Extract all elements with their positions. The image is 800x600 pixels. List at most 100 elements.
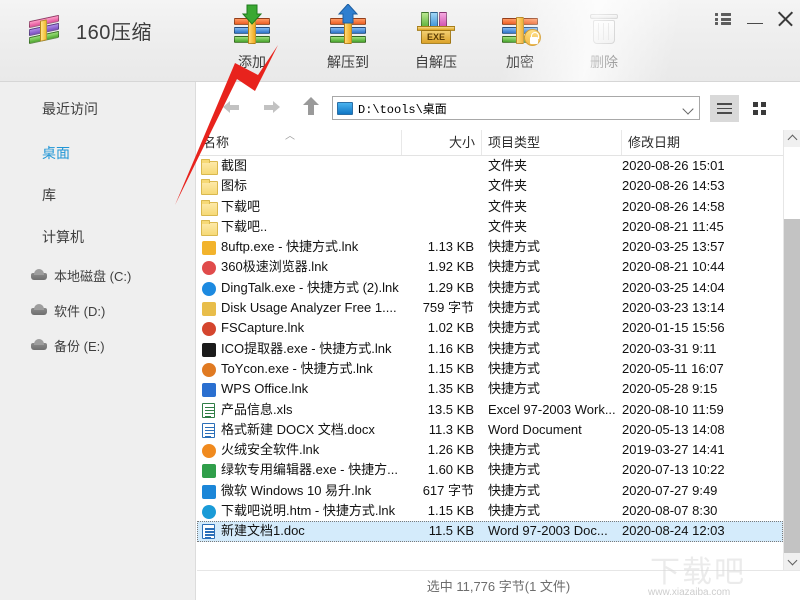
file-date-cell: 2020-01-15 15:56 xyxy=(622,318,782,338)
file-type-cell: 快捷方式 xyxy=(488,237,622,257)
column-header-date[interactable]: 修改日期 xyxy=(622,130,783,155)
file-size-cell: 11.5 KB xyxy=(400,521,480,541)
folder-icon xyxy=(201,179,217,194)
scrollbar-track[interactable] xyxy=(784,219,800,553)
table-row[interactable]: 产品信息.xls13.5 KBExcel 97-2003 Work...2020… xyxy=(197,400,783,420)
table-row[interactable]: 360极速浏览器.lnk1.92 KB快捷方式2020-08-21 10:44 xyxy=(197,257,783,277)
toolbar-button-delete[interactable]: 删除 xyxy=(568,4,640,74)
table-row[interactable]: WPS Office.lnk1.35 KB快捷方式2020-05-28 9:15 xyxy=(197,379,783,399)
file-name-text: DingTalk.exe - 快捷方式 (2).lnk xyxy=(221,280,399,295)
chevron-down-icon[interactable] xyxy=(683,102,695,114)
minimize-icon[interactable] xyxy=(740,6,770,32)
column-header-name[interactable]: 名称 ︿ xyxy=(197,130,402,155)
file-size-cell: 13.5 KB xyxy=(400,400,480,420)
file-type-cell: 快捷方式 xyxy=(488,318,622,338)
file-type-cell: Word Document xyxy=(488,420,622,440)
file-name-text: 下载吧.. xyxy=(221,219,267,234)
file-size-cell xyxy=(400,156,480,176)
scroll-up-icon[interactable] xyxy=(784,130,800,147)
file-name-text: 360极速浏览器.lnk xyxy=(221,259,328,274)
drive-icon xyxy=(30,268,48,282)
sidebar-item-drive-e[interactable]: 备份 (E:) xyxy=(0,332,196,358)
address-bar[interactable]: D:\tools\桌面 xyxy=(332,96,700,120)
file-list-header: 名称 ︿ 大小 项目类型 修改日期 xyxy=(197,130,783,156)
vertical-scrollbar[interactable] xyxy=(783,130,800,570)
sidebar-item-drive-d[interactable]: 软件 (D:) xyxy=(0,297,196,323)
file-name-cell: WPS Office.lnk xyxy=(197,379,400,399)
sidebar-item-label: 桌面 xyxy=(42,143,70,163)
table-row[interactable]: 下载吧文件夹2020-08-26 14:58 xyxy=(197,197,783,217)
up-arrow-icon[interactable] xyxy=(296,92,326,122)
back-arrow-icon[interactable] xyxy=(218,92,248,122)
table-row[interactable]: DingTalk.exe - 快捷方式 (2).lnk1.29 KB快捷方式20… xyxy=(197,278,783,298)
file-name-text: 火绒安全软件.lnk xyxy=(221,442,319,457)
drive-icon xyxy=(30,303,48,317)
table-row[interactable]: 新建文档1.doc11.5 KBWord 97-2003 Doc...2020-… xyxy=(197,521,783,541)
table-row[interactable]: 下载吧..文件夹2020-08-21 11:45 xyxy=(197,217,783,237)
table-row[interactable]: 截图文件夹2020-08-26 15:01 xyxy=(197,156,783,176)
delete-trash-icon xyxy=(581,4,627,48)
file-name-text: 格式新建 DOCX 文档.docx xyxy=(221,422,375,437)
toy-orange-icon xyxy=(201,362,217,377)
toolbar-button-extract[interactable]: 解压到 xyxy=(312,4,384,74)
file-list-pane: 名称 ︿ 大小 项目类型 修改日期 截图文件夹2020-08-26 15:01 图… xyxy=(197,130,800,570)
file-size-cell: 1.60 KB xyxy=(400,460,480,480)
table-row[interactable]: ToYcon.exe - 快捷方式.lnk1.15 KB快捷方式2020-05-… xyxy=(197,359,783,379)
file-type-cell: 快捷方式 xyxy=(488,359,622,379)
file-date-cell: 2020-03-25 14:04 xyxy=(622,278,782,298)
table-row[interactable]: 绿软专用编辑器.exe - 快捷方...1.60 KB快捷方式2020-07-1… xyxy=(197,460,783,480)
scrollbar-thumb[interactable] xyxy=(784,147,800,219)
sidebar-item-desktop[interactable]: 桌面 xyxy=(0,140,196,166)
table-row[interactable]: 微软 Windows 10 易升.lnk617 字节快捷方式2020-07-27… xyxy=(197,481,783,501)
details-view-button[interactable] xyxy=(710,95,739,122)
forward-arrow-icon[interactable] xyxy=(256,92,286,122)
column-header-type[interactable]: 项目类型 xyxy=(482,130,622,155)
file-name-text: 图标 xyxy=(221,178,247,193)
file-name-text: ToYcon.exe - 快捷方式.lnk xyxy=(221,361,373,376)
table-row[interactable]: 下载吧说明.htm - 快捷方式.lnk1.15 KB快捷方式2020-08-0… xyxy=(197,501,783,521)
table-row[interactable]: FSCapture.lnk1.02 KB快捷方式2020-01-15 15:56 xyxy=(197,318,783,338)
file-type-cell: 文件夹 xyxy=(488,217,622,237)
file-size-cell: 1.26 KB xyxy=(400,440,480,460)
titlebar-toolbar: 160压缩 添加 解压到 xyxy=(0,0,800,82)
file-date-cell: 2020-03-25 13:57 xyxy=(622,237,782,257)
sidebar-item-computer[interactable]: 计算机 xyxy=(0,224,196,250)
file-size-cell: 1.13 KB xyxy=(400,237,480,257)
table-row[interactable]: 格式新建 DOCX 文档.docx11.3 KBWord Document202… xyxy=(197,420,783,440)
toolbar-button-add[interactable]: 添加 xyxy=(216,4,288,74)
file-size-cell: 617 字节 xyxy=(400,481,480,501)
sidebar-item-drive-c[interactable]: 本地磁盘 (C:) xyxy=(0,262,196,288)
scroll-down-icon[interactable] xyxy=(784,553,800,570)
address-input[interactable]: D:\tools\桌面 xyxy=(358,100,447,117)
file-size-cell: 1.29 KB xyxy=(400,278,480,298)
tiles-view-button[interactable] xyxy=(745,95,774,122)
table-row[interactable]: 图标文件夹2020-08-26 14:53 xyxy=(197,176,783,196)
sidebar-item-recent[interactable]: 最近访问 xyxy=(0,96,196,122)
sidebar-item-label: 最近访问 xyxy=(42,99,98,119)
toolbar-label: 删除 xyxy=(590,52,618,72)
file-type-cell: 快捷方式 xyxy=(488,460,622,480)
file-name-text: Disk Usage Analyzer Free 1.... xyxy=(221,300,397,315)
file-name-text: 8uftp.exe - 快捷方式.lnk xyxy=(221,239,358,254)
toolbar-button-encrypt[interactable]: 加密 xyxy=(484,4,556,74)
file-date-cell: 2020-03-31 9:11 xyxy=(622,339,782,359)
file-type-cell: 文件夹 xyxy=(488,176,622,196)
file-type-cell: 快捷方式 xyxy=(488,440,622,460)
table-row[interactable]: 8uftp.exe - 快捷方式.lnk 1.13 KB 快捷方式2020-03-2… xyxy=(197,237,783,257)
sidebar-item-library[interactable]: 库 xyxy=(0,182,196,208)
file-name-text: 新建文档1.doc xyxy=(221,523,305,538)
close-icon[interactable] xyxy=(770,6,800,32)
table-row[interactable]: Disk Usage Analyzer Free 1....759 字节快捷方式… xyxy=(197,298,783,318)
file-name-text: 微软 Windows 10 易升.lnk xyxy=(221,483,371,498)
table-row[interactable]: 火绒安全软件.lnk1.26 KB快捷方式2019-03-27 14:41 xyxy=(197,440,783,460)
file-date-cell: 2020-08-24 12:03 xyxy=(622,521,782,541)
toolbar-button-sfx[interactable]: EXE 自解压 xyxy=(400,4,472,74)
archive-icon xyxy=(26,14,62,46)
table-row[interactable]: ICO提取器.exe - 快捷方式.lnk1.16 KB快捷方式2020-03-… xyxy=(197,339,783,359)
file-size-cell: 759 字节 xyxy=(400,298,480,318)
column-header-size[interactable]: 大小 xyxy=(402,130,482,155)
file-date-cell: 2020-08-26 15:01 xyxy=(622,156,782,176)
file-type-cell: Excel 97-2003 Work... xyxy=(488,400,622,420)
file-name-cell: 绿软专用编辑器.exe - 快捷方... xyxy=(197,460,400,480)
list-view-icon[interactable] xyxy=(708,6,738,32)
